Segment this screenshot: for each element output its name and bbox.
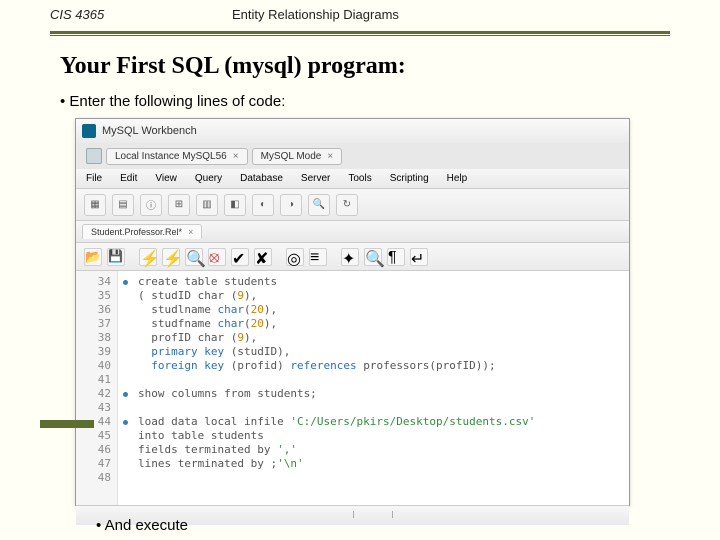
marker-gutter bbox=[118, 271, 132, 505]
bullet-enter-code: • Enter the following lines of code: bbox=[60, 93, 285, 110]
new-view-icon[interactable]: ◧ bbox=[224, 194, 246, 216]
divider-thick bbox=[50, 31, 670, 34]
commit-icon[interactable]: ✔ bbox=[231, 248, 249, 266]
search-icon[interactable]: 🔍 bbox=[308, 194, 330, 216]
menu-bar: File Edit View Query Database Server Too… bbox=[76, 169, 629, 189]
execute-icon[interactable]: ⚡ bbox=[139, 248, 157, 266]
sql-editor[interactable]: 343536373839404142434445464748 create ta… bbox=[76, 271, 629, 505]
open-file-icon[interactable]: 📂 bbox=[84, 248, 102, 266]
explain-icon[interactable]: 🔍 bbox=[185, 248, 203, 266]
page-title: Entity Relationship Diagrams bbox=[232, 7, 399, 22]
connection-tabs: Local Instance MySQL56 × MySQL Mode × bbox=[76, 143, 629, 169]
mysql-workbench-window: MySQL Workbench Local Instance MySQL56 × … bbox=[75, 118, 630, 506]
menu-file[interactable]: File bbox=[86, 173, 102, 184]
new-function-icon[interactable]: ◑ bbox=[280, 194, 302, 216]
tab-label: MySQL Mode bbox=[261, 151, 322, 162]
doc-tab-label: Student.Professor.Rel* bbox=[91, 227, 182, 237]
stop-icon[interactable]: ⦻ bbox=[208, 248, 226, 266]
beautify-icon[interactable]: ✦ bbox=[341, 248, 359, 266]
tab-label: Local Instance MySQL56 bbox=[115, 151, 227, 162]
line-number-gutter: 343536373839404142434445464748 bbox=[76, 271, 118, 505]
bullet-execute: • And execute bbox=[96, 517, 188, 534]
window-titlebar[interactable]: MySQL Workbench bbox=[76, 119, 629, 143]
save-file-icon[interactable]: 💾 bbox=[107, 248, 125, 266]
tab-connection-2[interactable]: MySQL Mode × bbox=[252, 148, 343, 165]
course-code: CIS 4365 bbox=[50, 7, 104, 22]
toggle-whitespace-icon[interactable]: ¶ bbox=[387, 248, 405, 266]
main-toolbar: ▦ ▤ ⓘ ⊞ ▥ ◧ ◐ ◑ 🔍 ↻ bbox=[76, 189, 629, 221]
new-sql-tab-icon[interactable]: ▦ bbox=[84, 194, 106, 216]
document-tabs: Student.Professor.Rel* × bbox=[76, 221, 629, 243]
menu-tools[interactable]: Tools bbox=[348, 173, 371, 184]
slide-accent-bar bbox=[40, 420, 94, 428]
limit-rows-icon[interactable]: ≡ bbox=[309, 248, 327, 266]
menu-query[interactable]: Query bbox=[195, 173, 222, 184]
close-icon[interactable]: × bbox=[188, 227, 193, 237]
menu-server[interactable]: Server bbox=[301, 173, 330, 184]
slide-title: Your First SQL (mysql) program: bbox=[60, 53, 406, 80]
close-icon[interactable]: × bbox=[233, 151, 239, 162]
reconnect-icon[interactable]: ↻ bbox=[336, 194, 358, 216]
find-icon[interactable]: 🔍 bbox=[364, 248, 382, 266]
sql-document-tab[interactable]: Student.Professor.Rel* × bbox=[82, 224, 202, 239]
menu-scripting[interactable]: Scripting bbox=[390, 173, 429, 184]
toggle-autocommit-icon[interactable]: ◎ bbox=[286, 248, 304, 266]
home-icon[interactable] bbox=[86, 148, 102, 164]
inspector-icon[interactable]: ⓘ bbox=[140, 194, 162, 216]
code-area[interactable]: create table students( studID char (9), … bbox=[132, 271, 629, 505]
close-icon[interactable]: × bbox=[327, 151, 333, 162]
menu-edit[interactable]: Edit bbox=[120, 173, 137, 184]
tab-connection-1[interactable]: Local Instance MySQL56 × bbox=[106, 148, 248, 165]
menu-help[interactable]: Help bbox=[447, 173, 468, 184]
resize-handle-icon[interactable] bbox=[353, 511, 393, 518]
new-procedure-icon[interactable]: ◐ bbox=[252, 194, 274, 216]
open-sql-script-icon[interactable]: ▤ bbox=[112, 194, 134, 216]
menu-database[interactable]: Database bbox=[240, 173, 283, 184]
app-logo-icon bbox=[82, 124, 96, 138]
editor-toolbar: 📂 💾 ⚡ ⚡ 🔍 ⦻ ✔ ✘ ◎ ≡ ✦ 🔍 ¶ ↵ bbox=[76, 243, 629, 271]
new-schema-icon[interactable]: ⊞ bbox=[168, 194, 190, 216]
rollback-icon[interactable]: ✘ bbox=[254, 248, 272, 266]
wrap-icon[interactable]: ↵ bbox=[410, 248, 428, 266]
window-title: MySQL Workbench bbox=[102, 125, 197, 137]
new-table-icon[interactable]: ▥ bbox=[196, 194, 218, 216]
divider-thin bbox=[50, 35, 670, 36]
menu-view[interactable]: View bbox=[155, 173, 177, 184]
execute-current-icon[interactable]: ⚡ bbox=[162, 248, 180, 266]
